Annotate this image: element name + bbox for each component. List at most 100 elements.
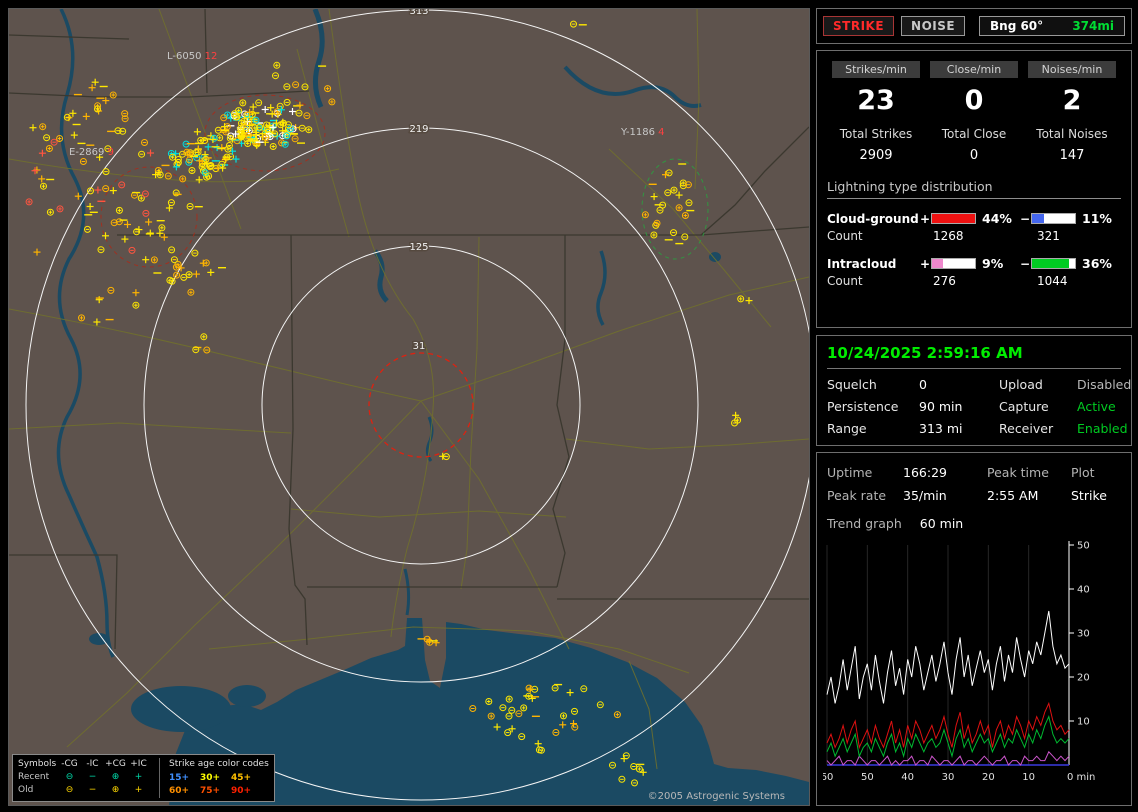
cg-pos-bar [931,213,976,224]
top-toolbar: STRIKE NOISE Bng 60° 374mi [816,8,1132,44]
x-axis-label: 40 [901,772,914,783]
persistence-label: Persistence [827,399,899,414]
persistence-value: 90 min [919,399,963,414]
squelch-label: Squelch [827,377,877,392]
cg-neg-old-icon: ⊖ [65,784,74,795]
ic-pos-pct: 9% [982,256,1004,271]
cg-neg-pct: 11% [1082,211,1112,226]
lightning-map[interactable]: 313 219 125 31 E-2869 9 L-6050 12 Y-1186 4 [9,9,809,805]
status-panel: 10/24/2025 2:59:16 AM Squelch 0 Upload D… [816,335,1132,446]
legend-col-cg-pos: +CG [105,758,126,769]
receiver-label: Receiver [999,421,1054,436]
range-ring-label: 125 [409,242,428,253]
intracloud-label: Intracloud [827,256,897,271]
cursor-range-value: 374mi [1072,19,1114,33]
ic-pos-count: 276 [933,274,956,288]
cloud-ground-count-row: Count 1268 321 [827,229,1121,243]
sidebar: STRIKE NOISE Bng 60° 374mi Strikes/min 2… [816,8,1132,806]
ic-neg-pct: 36% [1082,256,1112,271]
close-per-min-header[interactable]: Close/min [930,61,1018,78]
age-code-15+: 15+ [169,772,190,783]
peak-rate-value: 35/min [903,488,947,503]
age-code-60+: 60+ [169,785,190,796]
storm-cell-label: E-2869 9 [69,147,114,158]
lake [228,685,266,707]
minus-icon: − [1019,256,1031,271]
trend-panel: Uptime 166:29 Peak time Plot Peak rate 3… [816,452,1132,806]
upload-value: Disabled [1077,377,1132,392]
range-value: 313 mi [919,421,963,436]
x-axis-label: 60 [823,772,833,783]
y-axis-label: 40 [1077,585,1090,596]
age-code-75+: 75+ [200,785,221,796]
age-code-45+: 45+ [231,772,252,783]
ic-pos-recent-icon: + [134,771,143,782]
ic-neg-bar [1031,258,1076,269]
ic-neg-old-icon: − [88,784,97,795]
minus-icon: − [1019,211,1031,226]
lake [131,686,231,732]
y-axis-label: 20 [1077,673,1090,684]
x-axis-label: 0 min [1067,772,1095,783]
upload-label: Upload [999,377,1043,392]
cg-pos-pct: 44% [982,211,1012,226]
trend-window-value: 60 min [919,516,964,531]
strikes-per-min-header[interactable]: Strikes/min [832,61,920,78]
peak-time-value: 2:55 AM [987,488,1039,503]
storm-cell-label: L-6050 12 [167,51,217,62]
datetime-display: 10/24/2025 2:59:16 AM [827,344,1121,369]
x-axis-label: 10 [1022,772,1035,783]
nexstorm-app: 313 219 125 31 E-2869 9 L-6050 12 Y-1186 4 Sy… [0,0,1138,812]
trend-graph-row: Trend graph 60 min [827,516,1127,531]
intracloud-count-row: Count 276 1044 [827,274,1121,288]
close-rate-column: Close/min 0 Total Close 0 [925,61,1023,163]
cg-pos-recent-icon: ⊕ [111,771,120,782]
plus-icon: + [919,211,931,226]
trend-chart: 60 50 40 30 20 10 0 min 10 20 30 40 50 [823,541,1095,784]
legend-age-codes: Strike age color codes 15+ 30+ 45+ 60+ 75+ 9… [159,757,269,798]
cg-neg-recent-icon: ⊖ [65,771,74,782]
receiver-status-grid: Squelch 0 Upload Disabled Persistence 90… [827,377,1131,436]
receiver-value: Enabled [1077,421,1128,436]
plot-label: Plot [1071,465,1095,480]
copyright-text: ©2005 Astrogenic Systems [647,791,785,802]
distribution-title: Lightning type distribution [827,179,1121,199]
plus-icon: + [919,256,931,271]
x-axis-label: 50 [861,772,874,783]
squelch-value: 0 [919,377,927,392]
stats-panel: Strikes/min 23 Total Strikes 2909 Close/… [816,50,1132,328]
legend-col-ic-pos: +IC [130,758,147,769]
y-axis-label: 50 [1077,541,1090,552]
legend-age-title: Strike age color codes [169,758,269,769]
ic-count-label: Count [827,274,863,288]
cg-pos-old-icon: ⊕ [111,784,120,795]
noises-per-min-header[interactable]: Noises/min [1028,61,1116,78]
range-ring-label: 313 [409,9,428,17]
trend-graph-label: Trend graph [827,516,902,531]
ic-neg-count: 1044 [1037,274,1068,288]
strike-toggle-button[interactable]: STRIKE [823,16,895,36]
peak-rate-label: Peak rate [827,488,887,503]
age-code-30+: 30+ [200,772,221,783]
x-axis-label: 30 [942,772,955,783]
uptime-value: 166:29 [903,465,947,480]
cg-neg-bar [1031,213,1076,224]
bearing-range-display: Bng 60° 374mi [979,16,1125,36]
noise-toggle-button[interactable]: NOISE [901,16,966,36]
intracloud-row: Intracloud + 9% − 36% [827,256,1121,271]
cloud-ground-row: Cloud-ground + 44% − 11% [827,211,1121,226]
ic-neg-recent-icon: − [88,771,97,782]
peak-time-label: Peak time [987,465,1049,480]
cloud-ground-label: Cloud-ground [827,211,919,226]
close-per-min-value: 0 [964,85,984,116]
legend-old-label: Old [18,784,34,795]
ic-pos-old-icon: + [134,784,143,795]
y-axis-label: 10 [1077,717,1090,728]
capture-label: Capture [999,399,1049,414]
rate-grid: Strikes/min 23 Total Strikes 2909 Close/… [827,61,1121,163]
legend-recent-label: Recent [18,771,50,782]
map-legend: Symbols -CG -IC +CG +IC Recent ⊖ − ⊕ + O… [12,753,275,802]
range-ring-label: 219 [409,124,428,135]
legend-col-ic-neg: -IC [86,758,99,769]
session-info-grid: Uptime 166:29 Peak time Plot Peak rate 3… [823,465,1127,503]
